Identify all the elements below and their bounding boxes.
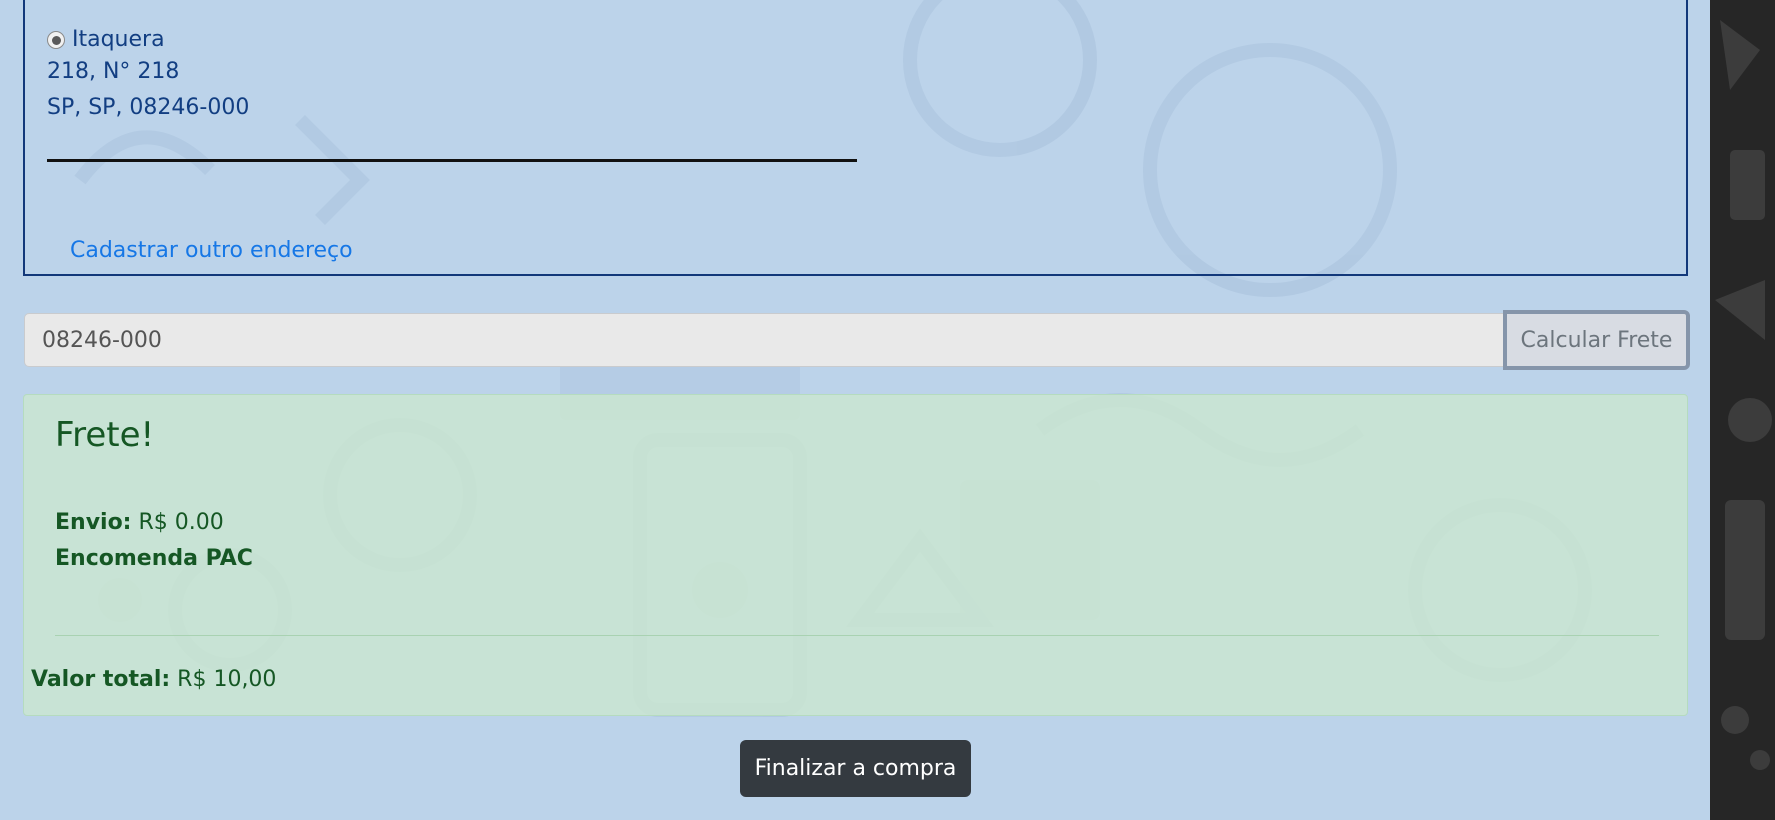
shipping-cost-row: Envio: R$ 0.00 xyxy=(55,506,224,540)
order-total-label: Valor total: xyxy=(31,667,171,692)
calculate-shipping-button[interactable]: Calcular Frete xyxy=(1503,310,1690,370)
side-pattern xyxy=(1715,20,1772,770)
new-address-link[interactable]: Cadastrar outro endereço xyxy=(70,238,353,263)
checkout-page: Itaquera 218, N° 218 SP, SP, 08246-000 C… xyxy=(0,0,1710,820)
address-option[interactable]: Itaquera xyxy=(47,22,165,58)
shipping-cost-value: R$ 0.00 xyxy=(138,510,224,535)
shipping-cost-label: Envio: xyxy=(55,510,132,535)
address-radio-button[interactable] xyxy=(47,31,65,49)
shipping-service-name: Encomenda PAC xyxy=(55,546,253,571)
cep-input[interactable] xyxy=(24,313,1504,367)
shipping-result-divider xyxy=(55,635,1659,636)
shipping-result-title: Frete! xyxy=(55,415,155,455)
address-city-state-cep: SP, SP, 08246-000 xyxy=(47,95,250,120)
finish-purchase-button[interactable]: Finalizar a compra xyxy=(740,740,971,797)
address-option-label: Itaquera xyxy=(72,27,165,52)
address-selection-box: Itaquera 218, N° 218 SP, SP, 08246-000 C… xyxy=(23,0,1688,276)
radio-selected-dot xyxy=(51,35,61,45)
order-total-value: R$ 10,00 xyxy=(177,667,277,692)
order-total-row: Valor total: R$ 10,00 xyxy=(31,663,276,697)
address-street: 218, N° 218 xyxy=(47,59,180,84)
address-divider xyxy=(47,159,857,162)
side-decoration-strip xyxy=(1710,0,1775,820)
